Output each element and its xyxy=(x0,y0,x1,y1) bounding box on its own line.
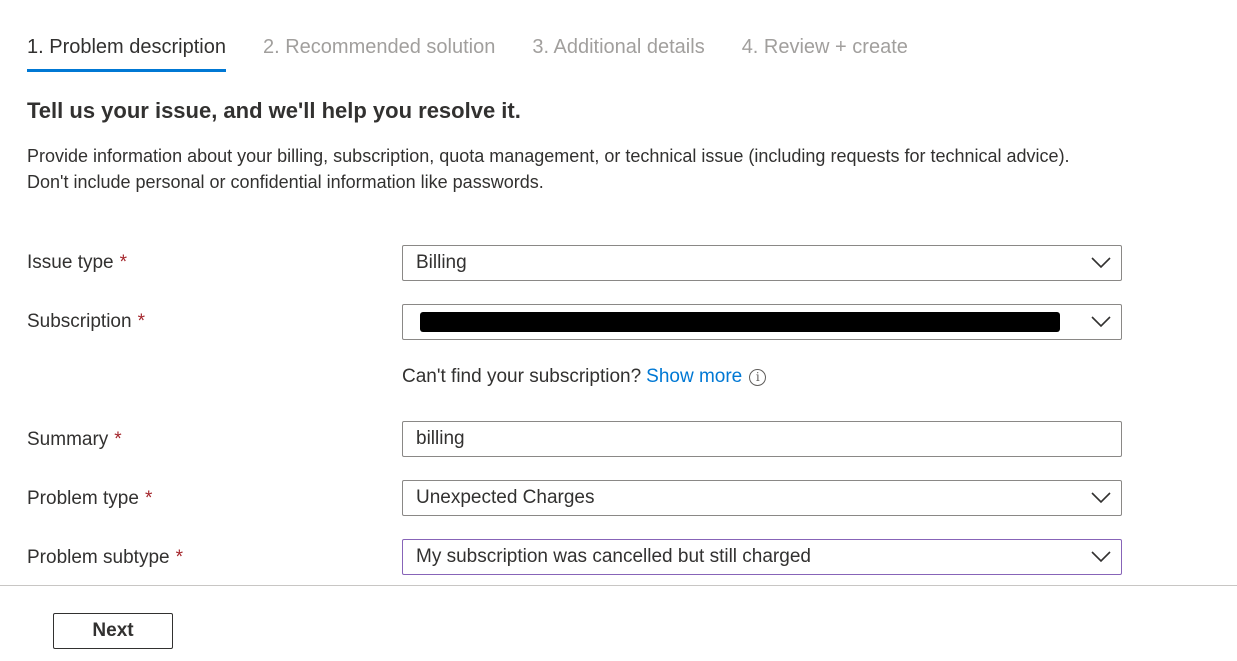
problem-subtype-label-text: Problem subtype xyxy=(27,547,170,568)
required-marker: * xyxy=(119,252,128,273)
issue-type-label: Issue type * xyxy=(27,252,127,274)
problem-subtype-value: My subscription was cancelled but still … xyxy=(416,546,811,567)
tab-recommended-solution[interactable]: 2. Recommended solution xyxy=(263,36,495,69)
required-marker: * xyxy=(175,547,183,568)
page-heading: Tell us your issue, and we'll help you r… xyxy=(27,98,521,123)
problem-subtype-label: Problem subtype * xyxy=(27,547,183,569)
issue-type-value: Billing xyxy=(416,252,467,273)
problem-type-dropdown[interactable]: Unexpected Charges xyxy=(402,480,1122,516)
issue-type-label-text: Issue type xyxy=(27,252,114,273)
problem-type-label-text: Problem type xyxy=(27,488,139,509)
summary-label-text: Summary xyxy=(27,429,109,450)
problem-type-value: Unexpected Charges xyxy=(416,487,595,508)
problem-subtype-dropdown[interactable]: My subscription was cancelled but still … xyxy=(402,539,1122,575)
chevron-down-icon xyxy=(1081,246,1121,280)
issue-type-dropdown[interactable]: Billing xyxy=(402,245,1122,281)
summary-input[interactable]: billing xyxy=(402,421,1122,457)
required-marker: * xyxy=(144,488,153,509)
next-button[interactable]: Next xyxy=(53,613,173,649)
problem-type-label: Problem type * xyxy=(27,488,152,510)
subscription-helper: Can't find your subscription? Show more … xyxy=(402,366,767,388)
chevron-down-icon xyxy=(1081,540,1121,574)
chevron-down-icon xyxy=(1081,305,1121,339)
summary-label: Summary * xyxy=(27,429,122,451)
info-icon[interactable]: i xyxy=(749,368,767,386)
page-description: Provide information about your billing, … xyxy=(27,146,1070,192)
summary-value: billing xyxy=(416,428,465,449)
tab-review-create[interactable]: 4. Review + create xyxy=(742,36,908,69)
show-more-link[interactable]: Show more xyxy=(646,366,742,388)
subscription-label-text: Subscription xyxy=(27,311,132,332)
subscription-helper-text: Can't find your subscription? xyxy=(402,366,642,387)
required-marker: * xyxy=(137,311,145,332)
chevron-down-icon xyxy=(1081,481,1121,515)
tab-problem-description[interactable]: 1. Problem description xyxy=(27,36,226,72)
wizard-tabs: 1. Problem description 2. Recommended so… xyxy=(27,36,945,72)
required-marker: * xyxy=(114,429,122,450)
tab-additional-details[interactable]: 3. Additional details xyxy=(532,36,704,69)
subscription-label: Subscription * xyxy=(27,311,145,333)
redaction-mark xyxy=(420,312,1060,332)
footer-divider xyxy=(0,585,1237,586)
